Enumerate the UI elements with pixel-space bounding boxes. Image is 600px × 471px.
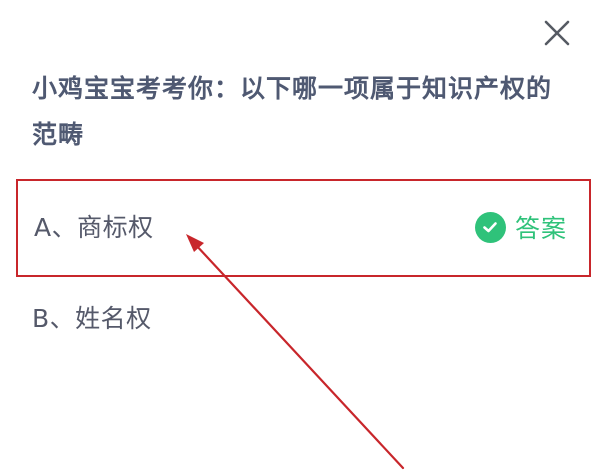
answer-label: 答案 bbox=[514, 214, 567, 243]
check-circle-icon bbox=[474, 211, 506, 243]
option-b-label: B、姓名权 bbox=[32, 304, 152, 333]
option-b[interactable]: B、姓名权 bbox=[16, 270, 591, 368]
option-a[interactable]: A、商标权 答案 bbox=[16, 179, 591, 277]
close-icon bbox=[544, 20, 570, 46]
close-button[interactable] bbox=[538, 14, 576, 52]
answer-badge: 答案 bbox=[474, 209, 567, 245]
option-a-label: A、商标权 bbox=[34, 213, 154, 242]
question-text: 小鸡宝宝考考你：以下哪一项属于知识产权的范畴 bbox=[32, 74, 553, 149]
quiz-dialog: 小鸡宝宝考考你：以下哪一项属于知识产权的范畴 A、商标权 答案 B、姓名权 bbox=[0, 0, 600, 471]
